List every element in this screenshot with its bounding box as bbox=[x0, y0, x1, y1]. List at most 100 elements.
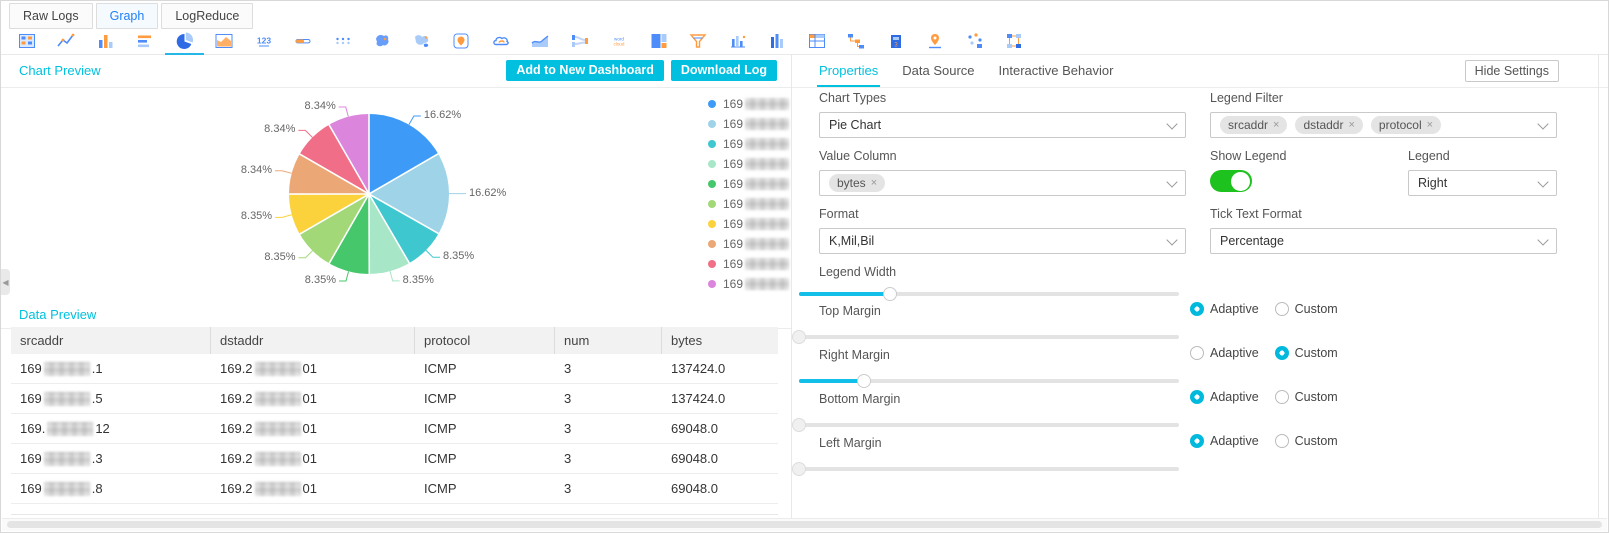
top-margin-custom-radio[interactable]: Custom bbox=[1274, 302, 1338, 316]
horizontal-scrollbar[interactable] bbox=[2, 518, 1607, 531]
tag-remove-icon[interactable]: × bbox=[1348, 116, 1354, 134]
collapse-panel-button[interactable]: ◀ bbox=[1, 269, 10, 295]
legend-item[interactable]: 169 bbox=[708, 234, 790, 254]
bottom-margin-slider[interactable] bbox=[792, 418, 1179, 432]
format-select[interactable]: K,Mil,Bil bbox=[819, 228, 1186, 254]
legend-item[interactable]: 169 bbox=[708, 114, 790, 134]
tab-logreduce[interactable]: LogReduce bbox=[161, 3, 254, 29]
slider-track bbox=[799, 335, 1179, 339]
left-margin-custom-radio[interactable]: Custom bbox=[1274, 434, 1338, 448]
bottom-margin-custom-radio[interactable]: Custom bbox=[1274, 390, 1338, 404]
table-chart-icon[interactable] bbox=[14, 30, 39, 52]
radio-label: Custom bbox=[1294, 302, 1338, 316]
slider-handle[interactable] bbox=[883, 287, 898, 301]
cross-table-icon[interactable] bbox=[804, 30, 829, 52]
tag-remove-icon[interactable]: × bbox=[1273, 116, 1279, 134]
pie-chart-icon[interactable] bbox=[165, 30, 204, 55]
legend-label: 169 bbox=[723, 117, 790, 131]
pin-map-icon[interactable] bbox=[449, 30, 474, 52]
value-column-select[interactable]: bytes × bbox=[819, 170, 1186, 196]
word-cloud-icon[interactable]: word cloud bbox=[607, 30, 632, 52]
settings-tab-data-source[interactable]: Data Source bbox=[902, 54, 974, 87]
world-map-icon[interactable] bbox=[409, 30, 434, 52]
bar-chart-icon[interactable] bbox=[133, 30, 158, 52]
right-margin-custom-radio[interactable]: Custom bbox=[1274, 346, 1338, 360]
chart-types-field: Chart Types Pie Chart bbox=[819, 91, 1186, 138]
column-chart-icon[interactable] bbox=[93, 30, 118, 52]
slider-handle[interactable] bbox=[792, 330, 806, 344]
histogram-icon[interactable] bbox=[725, 30, 750, 52]
legend-label-prefix: 169 bbox=[723, 137, 744, 151]
slider-handle[interactable] bbox=[792, 462, 806, 476]
tab-raw-logs[interactable]: Raw Logs bbox=[9, 3, 93, 29]
track-map-icon[interactable] bbox=[923, 30, 948, 52]
legend-filter-select[interactable]: srcaddr × dstaddr × protocol × bbox=[1210, 112, 1557, 138]
legend-item[interactable]: 169 bbox=[708, 134, 790, 154]
bottom-margin-mode-radios: Adaptive Custom bbox=[1190, 390, 1354, 404]
chart-types-value: Pie Chart bbox=[829, 118, 882, 132]
column-3d-icon[interactable] bbox=[765, 30, 790, 52]
legend-filter-label: Legend Filter bbox=[1210, 91, 1283, 105]
legend-item[interactable]: 169 bbox=[708, 194, 790, 214]
treemap-icon[interactable] bbox=[646, 30, 671, 52]
pie-chart[interactable] bbox=[289, 114, 449, 274]
legend-item[interactable]: 169 bbox=[708, 154, 790, 174]
tree-diagram-icon[interactable] bbox=[844, 30, 869, 52]
masked-text bbox=[43, 391, 90, 406]
single-value-icon[interactable]: 123 bbox=[251, 30, 276, 52]
legend-item[interactable]: 169 bbox=[708, 174, 790, 194]
left-margin-adaptive-radio[interactable]: Adaptive bbox=[1190, 434, 1259, 448]
cell-text-suffix: 01 bbox=[302, 361, 318, 376]
right-margin-adaptive-radio[interactable]: Adaptive bbox=[1190, 346, 1259, 360]
sankey-icon[interactable] bbox=[567, 30, 592, 52]
legend-width-slider[interactable] bbox=[799, 287, 1179, 301]
legend-item[interactable]: 169 bbox=[708, 254, 790, 274]
legend-label-prefix: 169 bbox=[723, 157, 744, 171]
legend-position-select[interactable]: Right bbox=[1408, 170, 1557, 196]
tab-graph[interactable]: Graph bbox=[95, 3, 159, 29]
add-to-dashboard-button[interactable]: Add to New Dashboard bbox=[506, 60, 664, 81]
progress-bar-icon[interactable] bbox=[291, 30, 316, 52]
cell-text-prefix: 169.2 bbox=[220, 361, 253, 376]
top-margin-slider[interactable] bbox=[792, 330, 1179, 344]
slider-handle[interactable] bbox=[792, 418, 806, 432]
top-margin-adaptive-radio[interactable]: Adaptive bbox=[1190, 302, 1259, 316]
legend-item[interactable]: 169 bbox=[708, 214, 790, 234]
hide-settings-button[interactable]: Hide Settings bbox=[1464, 60, 1559, 82]
legend-item[interactable]: 169 bbox=[708, 94, 790, 114]
radio-dot bbox=[1274, 390, 1289, 404]
show-legend-toggle[interactable] bbox=[1210, 170, 1252, 192]
bottom-margin-adaptive-radio[interactable]: Adaptive bbox=[1190, 390, 1259, 404]
topology-icon[interactable] bbox=[1002, 30, 1027, 52]
slider-handle[interactable] bbox=[856, 374, 871, 388]
legend-position-field: Legend Right bbox=[1408, 149, 1557, 196]
map-3d-icon[interactable]: 3 bbox=[883, 30, 908, 52]
area-chart-icon[interactable] bbox=[212, 30, 237, 52]
chart-types-select[interactable]: Pie Chart bbox=[819, 112, 1186, 138]
legend-item[interactable]: 169 bbox=[708, 274, 790, 294]
radio-label: Adaptive bbox=[1210, 390, 1259, 404]
tag-remove-icon[interactable]: × bbox=[1427, 116, 1433, 134]
cell-srcaddr: 169. 12 bbox=[11, 414, 211, 443]
china-map-icon[interactable] bbox=[370, 30, 395, 52]
amap-icon[interactable] bbox=[488, 30, 513, 52]
flow-chart-icon[interactable] bbox=[528, 30, 553, 52]
dot-matrix-icon[interactable] bbox=[330, 30, 355, 52]
download-log-button[interactable]: Download Log bbox=[670, 60, 777, 81]
table-row: 169. 12 169.2 01 ICMP 3 69048.0 bbox=[11, 414, 778, 444]
scrollbar-thumb[interactable] bbox=[7, 521, 1602, 528]
scatter-icon[interactable] bbox=[962, 30, 987, 52]
line-chart-icon[interactable] bbox=[54, 30, 79, 52]
pie-slice-label: 8.35% bbox=[264, 250, 296, 263]
settings-tab-interactive-behavior[interactable]: Interactive Behavior bbox=[999, 54, 1114, 87]
tag-remove-icon[interactable]: × bbox=[871, 174, 877, 192]
settings-tab-properties[interactable]: Properties bbox=[816, 54, 881, 87]
tick-text-format-select[interactable]: Percentage bbox=[1210, 228, 1557, 254]
right-margin-slider[interactable] bbox=[799, 374, 1179, 388]
right-margin-mode-radios: Adaptive Custom bbox=[1190, 346, 1354, 360]
funnel-icon[interactable] bbox=[686, 30, 711, 52]
left-margin-slider[interactable] bbox=[792, 462, 1179, 476]
legend-label-prefix: 169 bbox=[723, 277, 744, 291]
cell-bytes: 69048.0 bbox=[671, 451, 718, 466]
chevron-down-icon bbox=[1166, 118, 1178, 130]
